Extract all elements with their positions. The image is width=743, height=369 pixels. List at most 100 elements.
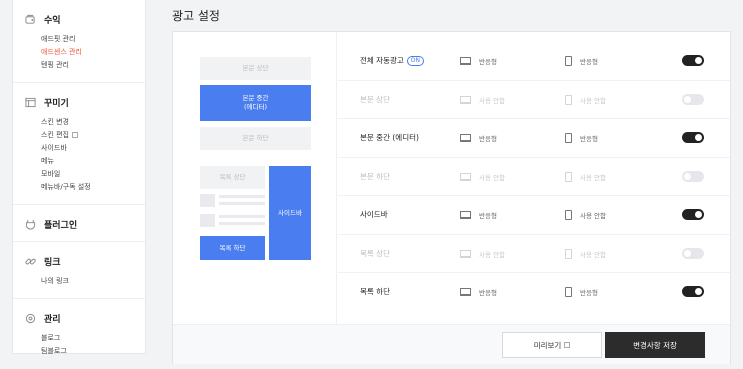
preview-thumb: [200, 214, 215, 227]
mobile-option[interactable]: 반응형: [565, 273, 598, 311]
setting-label: 본문 하단: [360, 171, 390, 181]
mobile-option[interactable]: 사용 안함: [565, 235, 606, 273]
layout-icon: [25, 97, 36, 107]
mobile-option[interactable]: 반응형: [565, 42, 598, 80]
mobile-option[interactable]: 사용 안함: [565, 81, 606, 119]
sidebar-section-title: 플러그인: [44, 220, 78, 231]
sidebar-item-menu[interactable]: 메뉴: [25, 155, 145, 168]
revenue-icon: [25, 14, 35, 24]
toggle-switch[interactable]: [682, 170, 704, 182]
desktop-icon: [460, 95, 471, 104]
sidebar-section-header[interactable]: 꾸미기: [25, 95, 145, 109]
mobile-option-label: 사용 안함: [580, 212, 606, 220]
pc-option-label: 사용 안함: [479, 173, 505, 182]
desktop-icon: [460, 249, 471, 258]
ad-settings-list: 전체 자동광고 ON 반응형 반응형 본문 상단 사용 안함 사용 안함 본문 중…: [338, 32, 730, 324]
sidebar-item-blog[interactable]: 블로그: [25, 332, 145, 345]
sidebar-item-skin-change[interactable]: 스킨 변경: [25, 116, 145, 129]
toggle-switch[interactable]: [682, 286, 704, 297]
preview-list-top: 목록 상단: [200, 166, 265, 189]
ad-layout-preview: 본문 상단 본문 중간 (에디터) 본문 하단 목록 상단 목록 하단 사이드바: [173, 32, 337, 324]
preview-label: 목록 하단: [219, 243, 246, 252]
mobile-option-label: 사용 안함: [580, 96, 606, 105]
sidebar-section-header[interactable]: 플러그인: [25, 217, 145, 231]
pc-option[interactable]: 반응형: [460, 273, 497, 311]
preview-text-line: [219, 215, 265, 218]
sidebar-section-header[interactable]: 링크: [25, 254, 145, 268]
toggle-knob: [695, 288, 702, 295]
ad-setting-row-list-top: 목록 상단 사용 안함 사용 안함: [338, 235, 730, 273]
mobile-icon: [565, 171, 572, 182]
preview-label: 본문 하단: [242, 134, 269, 142]
sidebar-section-title: 관리: [44, 314, 61, 325]
external-link-icon: [72, 132, 78, 138]
sidebar-item-sidebar[interactable]: 사이드바: [25, 142, 145, 155]
sidebar-section-header[interactable]: 수익: [25, 12, 145, 26]
setting-label: 사이드바: [360, 210, 388, 219]
pc-option[interactable]: 반응형: [460, 119, 497, 157]
setting-label: 본문 상단: [360, 94, 390, 104]
mobile-option[interactable]: 반응형: [565, 119, 598, 157]
sidebar-item-my-links[interactable]: 나의 링크: [25, 275, 145, 288]
sidebar-section-decorate: 꾸미기 스킨 변경 스킨 편집 사이드바 메뉴 모바일 메뉴바/구독 설정: [13, 83, 145, 205]
preview-label: 본문 상단: [242, 64, 269, 72]
preview-label: 목록 상단: [219, 173, 246, 181]
mobile-option-label: 반응형: [580, 135, 598, 143]
sidebar-item-label: 스킨 편집: [41, 131, 69, 139]
mobile-option[interactable]: 사용 안함: [565, 158, 606, 196]
on-badge: ON: [406, 56, 425, 66]
preview-body-middle: 본문 중간 (에디터): [200, 85, 311, 121]
pc-option[interactable]: 사용 안함: [460, 158, 505, 196]
setting-label: 본문 중간 (에디터): [360, 133, 419, 142]
pc-option-label: 반응형: [479, 135, 497, 143]
toggle-switch[interactable]: [682, 93, 704, 105]
mobile-option-label: 사용 안함: [580, 173, 606, 182]
mobile-icon: [565, 248, 572, 259]
panel-footer: 미리보기 변경사항 저장: [173, 324, 730, 364]
save-button-label: 변경사항 저장: [633, 340, 677, 350]
sidebar-item-team-blog[interactable]: 팀블로그: [25, 345, 145, 358]
pc-option-label: 반응형: [479, 289, 497, 297]
preview-text-line: [219, 195, 265, 198]
sidebar-item-adfit[interactable]: 애드핏 관리: [25, 33, 145, 46]
sidebar-item-adsense[interactable]: 애드센스 관리: [25, 46, 145, 59]
desktop-icon: [460, 211, 471, 219]
toggle-knob: [684, 172, 691, 180]
toggle-knob: [695, 134, 702, 141]
pc-option[interactable]: 반응형: [460, 42, 497, 80]
preview-text-line: [219, 222, 265, 225]
pc-option[interactable]: 사용 안함: [460, 81, 505, 119]
mobile-option[interactable]: 사용 안함: [565, 196, 606, 234]
mobile-icon: [565, 133, 572, 143]
toggle-switch[interactable]: [682, 132, 704, 143]
pc-option[interactable]: 사용 안함: [460, 235, 505, 273]
sidebar-item-mobile[interactable]: 모바일: [25, 168, 145, 181]
preview-label: 본문 중간 (에디터): [242, 94, 269, 111]
sidebar-item-menubar[interactable]: 메뉴바/구독 설정: [25, 181, 145, 194]
mobile-icon: [565, 94, 572, 105]
toggle-switch[interactable]: [682, 209, 704, 220]
sidebar-item-skin-edit[interactable]: 스킨 편집: [25, 129, 145, 142]
plugin-icon: [25, 219, 36, 230]
save-changes-button[interactable]: 변경사항 저장: [605, 332, 705, 358]
mobile-option-label: 반응형: [580, 289, 598, 297]
toggle-switch[interactable]: [682, 55, 704, 66]
sidebar-item-tenping[interactable]: 텐핑 관리: [25, 59, 145, 72]
ad-setting-row-body-middle: 본문 중간 (에디터) 반응형 반응형: [338, 119, 730, 158]
sidebar-section-plugin: 플러그인: [13, 205, 145, 242]
page-title: 광고 설정: [172, 9, 220, 23]
sidebar-section-header[interactable]: 관리: [25, 311, 145, 325]
preview-button-label: 미리보기: [533, 340, 562, 350]
preview-button[interactable]: 미리보기: [502, 332, 602, 358]
pc-option-label: 반응형: [479, 58, 497, 66]
setting-label: 목록 상단: [360, 248, 390, 258]
pc-option[interactable]: 반응형: [460, 196, 497, 234]
setting-label: 목록 하단: [360, 287, 390, 296]
desktop-icon: [460, 57, 471, 65]
preview-thumb: [200, 194, 215, 207]
setting-label: 전체 자동광고 ON: [360, 42, 425, 80]
desktop-icon: [460, 172, 471, 181]
settings-icon: [25, 313, 36, 323]
ad-setting-row-sidebar: 사이드바 반응형 사용 안함: [338, 196, 730, 235]
toggle-switch[interactable]: [682, 247, 704, 259]
